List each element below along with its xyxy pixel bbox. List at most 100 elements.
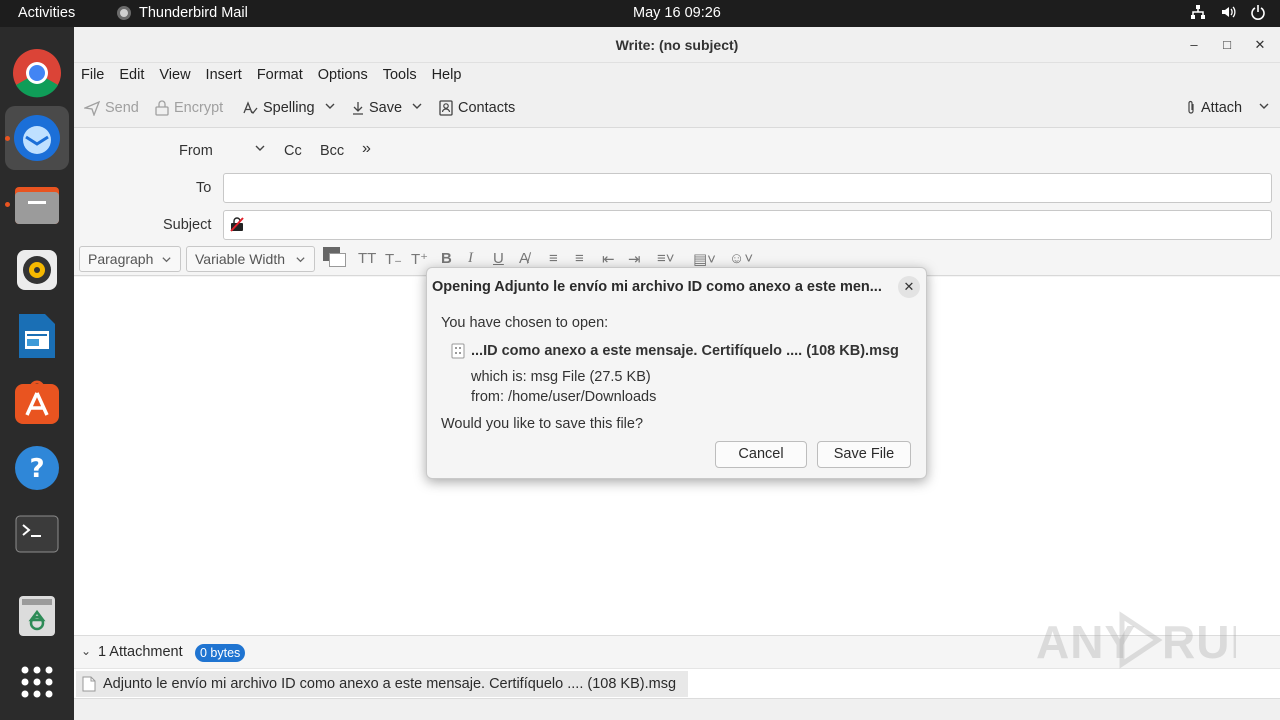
top-bar: Activities Thunderbird Mail May 16 09:26 xyxy=(0,0,1280,27)
contacts-button[interactable]: Contacts xyxy=(439,100,515,116)
running-indicator xyxy=(5,202,10,207)
bold-icon[interactable]: B xyxy=(441,250,452,267)
window-titlebar[interactable]: Write: (no subject) – □ ✕ xyxy=(74,27,1280,63)
spelling-button[interactable]: Spelling xyxy=(242,100,315,116)
chevron-down-icon xyxy=(1259,103,1269,109)
send-button[interactable]: Send xyxy=(84,100,139,116)
outdent-icon[interactable]: ⇤ xyxy=(602,250,615,268)
chevron-down-icon xyxy=(296,256,305,262)
bulleted-list-icon[interactable]: ≡ xyxy=(549,250,558,267)
menu-options[interactable]: Options xyxy=(318,67,368,92)
indent-icon[interactable]: ⇥ xyxy=(628,250,641,268)
spelling-dropdown[interactable] xyxy=(324,100,336,112)
send-icon xyxy=(84,100,100,116)
menu-insert[interactable]: Insert xyxy=(206,67,242,92)
cancel-button[interactable]: Cancel xyxy=(715,441,807,468)
app-grid-icon[interactable] xyxy=(5,650,69,714)
menu-tools[interactable]: Tools xyxy=(383,67,417,92)
menu-bar: File Edit View Insert Format Options Too… xyxy=(74,63,1280,92)
file-type-icon xyxy=(451,343,465,362)
chevron-down-icon xyxy=(325,103,335,109)
clock[interactable]: May 16 09:26 xyxy=(633,5,721,21)
rhythmbox-icon[interactable] xyxy=(5,238,69,302)
dialog-chosen-text: You have chosen to open: xyxy=(441,315,609,331)
contacts-label: Contacts xyxy=(458,100,516,116)
menu-help[interactable]: Help xyxy=(432,67,462,92)
dialog-file-source: from: /home/user/Downloads xyxy=(471,389,657,405)
menu-view[interactable]: View xyxy=(159,67,190,92)
menu-edit[interactable]: Edit xyxy=(119,67,144,92)
paragraph-value: Paragraph xyxy=(88,251,154,267)
chevron-down-icon[interactable]: ⌄ xyxy=(81,644,91,658)
spellcheck-icon xyxy=(243,101,258,114)
italic-icon[interactable]: I xyxy=(468,250,473,267)
spelling-label: Spelling xyxy=(263,100,315,116)
remove-formatting-icon[interactable]: A̸ xyxy=(519,250,529,267)
cc-button[interactable]: Cc xyxy=(284,143,302,159)
send-label: Send xyxy=(105,100,139,116)
thunderbird-small-icon xyxy=(117,6,131,20)
paragraph-select[interactable]: Paragraph xyxy=(79,246,181,272)
insert-image-icon[interactable]: ▤˅ xyxy=(693,250,716,268)
attach-button[interactable]: Attach xyxy=(1186,100,1242,116)
open-file-dialog: Opening Adjunto le envío mi archivo ID c… xyxy=(426,267,927,479)
chevron-down-icon xyxy=(412,103,422,109)
minimize-button[interactable]: – xyxy=(1185,36,1203,54)
menu-format[interactable]: Format xyxy=(257,67,303,92)
power-icon xyxy=(1250,4,1266,20)
attachment-item[interactable]: Adjunto le envío mi archivo ID como anex… xyxy=(76,671,688,697)
message-headers: From Cc Bcc » To Subject xyxy=(74,128,1280,242)
superscript-icon[interactable]: T⁺ xyxy=(411,250,428,268)
activities-button[interactable]: Activities xyxy=(18,5,75,21)
app-menu[interactable]: Thunderbird Mail xyxy=(117,5,248,21)
trash-icon[interactable] xyxy=(5,584,69,648)
encryption-off-icon xyxy=(230,217,244,235)
text-color-button[interactable] xyxy=(323,247,347,269)
to-label: To xyxy=(196,180,212,196)
attachment-count: 1 Attachment xyxy=(98,644,183,660)
save-button[interactable]: Save xyxy=(352,100,402,116)
anyrun-watermark: ANY RUN xyxy=(1036,608,1264,683)
thunderbird-icon[interactable] xyxy=(5,106,69,170)
font-select[interactable]: Variable Width xyxy=(186,246,315,272)
close-button[interactable]: ✕ xyxy=(1251,36,1269,54)
help-icon[interactable]: ? xyxy=(5,436,69,500)
dialog-file-type: which is: msg File (27.5 KB) xyxy=(471,369,651,385)
dialog-close-button[interactable]: ✕ xyxy=(898,276,920,298)
save-dropdown[interactable] xyxy=(411,100,423,112)
bcc-button[interactable]: Bcc xyxy=(320,143,344,159)
compose-toolbar: Send Encrypt Spelling Save Contacts Atta… xyxy=(74,92,1280,128)
chevron-down-icon xyxy=(162,256,171,262)
volume-icon xyxy=(1220,4,1236,20)
app-center-icon[interactable] xyxy=(5,370,69,434)
background-color-swatch xyxy=(329,253,346,267)
encrypt-button[interactable]: Encrypt xyxy=(155,100,223,116)
menu-file[interactable]: File xyxy=(81,67,104,92)
subject-field[interactable] xyxy=(223,210,1272,240)
from-dropdown[interactable] xyxy=(254,142,266,158)
font-size-smaller-icon[interactable]: ТТ xyxy=(358,250,376,267)
svg-text:RUN: RUN xyxy=(1162,616,1236,668)
dock: ? xyxy=(0,27,74,720)
subscript-icon[interactable]: T₋ xyxy=(385,250,402,268)
attach-dropdown[interactable] xyxy=(1258,100,1270,112)
subject-label: Subject xyxy=(163,217,212,233)
emoji-icon[interactable]: ☺˅ xyxy=(729,250,753,267)
to-field[interactable] xyxy=(223,173,1272,203)
terminal-icon[interactable] xyxy=(5,502,69,566)
writer-icon[interactable] xyxy=(5,304,69,368)
from-label: From xyxy=(179,143,213,159)
svg-text:?: ? xyxy=(29,454,44,484)
alignment-icon[interactable]: ≡˅ xyxy=(657,250,675,267)
running-indicator xyxy=(5,136,10,141)
save-label: Save xyxy=(369,100,403,116)
underline-icon[interactable]: U xyxy=(493,250,504,267)
files-icon[interactable] xyxy=(5,172,69,236)
app-name: Thunderbird Mail xyxy=(139,5,248,21)
numbered-list-icon[interactable]: ≡ xyxy=(575,250,584,267)
maximize-button[interactable]: □ xyxy=(1218,36,1236,54)
save-file-button[interactable]: Save File xyxy=(817,441,911,468)
system-tray[interactable] xyxy=(1190,4,1266,20)
more-fields-icon[interactable]: » xyxy=(362,140,371,158)
chrome-icon[interactable] xyxy=(5,41,69,105)
